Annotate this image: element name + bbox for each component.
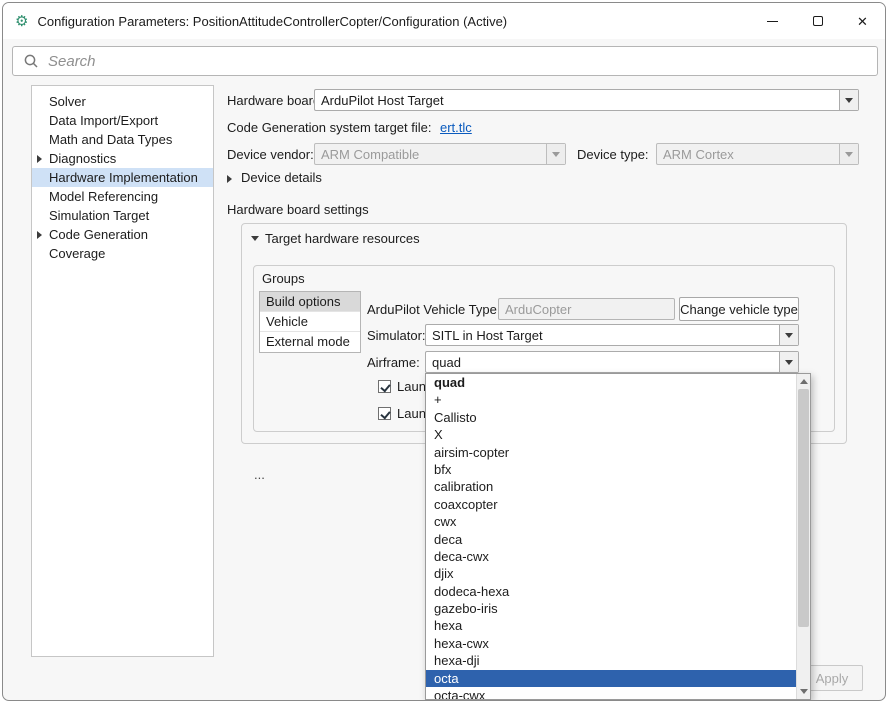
chevron-down-icon[interactable] xyxy=(779,325,798,345)
device-type-value: ARM Cortex xyxy=(657,147,839,162)
dropdown-option[interactable]: Callisto xyxy=(426,409,796,426)
airframe-dropdown-list: quad + Callisto X airsim-copter bfx cali… xyxy=(425,373,811,700)
change-vehicle-type-button[interactable]: Change vehicle type xyxy=(679,297,799,321)
hardware-board-select[interactable]: ArduPilot Host Target xyxy=(314,89,859,111)
device-details-expander[interactable]: Device details xyxy=(241,170,322,185)
scrollbar-thumb[interactable] xyxy=(798,389,809,627)
simulator-value: SITL in Host Target xyxy=(426,328,779,343)
simulator-select[interactable]: SITL in Host Target xyxy=(425,324,799,346)
search-input[interactable] xyxy=(48,53,448,70)
close-icon: ✕ xyxy=(857,15,868,28)
device-vendor-value: ARM Compatible xyxy=(315,147,546,162)
chevron-down-icon xyxy=(839,144,858,164)
tree-collapsed-icon[interactable] xyxy=(37,231,42,239)
sidebar-item-label: Diagnostics xyxy=(49,151,116,166)
dropdown-option[interactable]: gazebo-iris xyxy=(426,600,796,617)
dropdown-option-selected[interactable]: octa xyxy=(426,670,796,687)
minimize-button[interactable] xyxy=(750,3,795,39)
groups-item-vehicle[interactable]: Vehicle xyxy=(260,312,360,332)
hardware-board-value: ArduPilot Host Target xyxy=(315,93,839,108)
dropdown-option[interactable]: djix xyxy=(426,565,796,582)
sidebar-item-model-referencing[interactable]: Model Referencing xyxy=(32,187,213,206)
dropdown-option[interactable]: + xyxy=(426,391,796,408)
expander-expanded-icon[interactable] xyxy=(251,236,259,241)
sidebar-item-label: Code Generation xyxy=(49,227,148,242)
expander-collapsed-icon[interactable] xyxy=(227,175,232,183)
device-type-label: Device type: xyxy=(577,147,649,162)
chevron-down-icon[interactable] xyxy=(839,90,858,110)
sidebar-item-hardware-implementation[interactable]: Hardware Implementation xyxy=(32,168,213,187)
sidebar-item-coverage[interactable]: Coverage xyxy=(32,244,213,263)
system-target-file-label: Code Generation system target file: xyxy=(227,120,432,135)
groups-item-build-options[interactable]: Build options xyxy=(260,292,360,312)
dropdown-option[interactable]: cwx xyxy=(426,513,796,530)
scroll-up-icon[interactable] xyxy=(797,374,810,389)
window-controls: ✕ xyxy=(750,3,885,39)
search-bar xyxy=(12,46,878,76)
airframe-dropdown-items: quad + Callisto X airsim-copter bfx cali… xyxy=(426,374,796,699)
sidebar-item-data-import-export[interactable]: Data Import/Export xyxy=(32,111,213,130)
dropdown-option[interactable]: dodeca-hexa xyxy=(426,583,796,600)
dropdown-option[interactable]: deca xyxy=(426,531,796,548)
dropdown-option[interactable]: deca-cwx xyxy=(426,548,796,565)
airframe-label: Airframe: xyxy=(367,355,420,370)
close-button[interactable]: ✕ xyxy=(840,3,885,39)
dropdown-scrollbar[interactable] xyxy=(796,374,810,699)
window-title: Configuration Parameters: PositionAttitu… xyxy=(37,14,507,29)
hardware-board-label: Hardware board: xyxy=(227,93,324,108)
device-type-select: ARM Cortex xyxy=(656,143,859,165)
airframe-value: quad xyxy=(426,355,779,370)
vehicle-type-field: ArduCopter xyxy=(498,298,675,320)
dropdown-option[interactable]: X xyxy=(426,426,796,443)
groups-list: Build options Vehicle External mode xyxy=(259,291,361,353)
checkbox-checked-icon[interactable] xyxy=(378,380,391,393)
sidebar-item-simulation-target[interactable]: Simulation Target xyxy=(32,206,213,225)
chevron-down-icon[interactable] xyxy=(779,352,798,372)
dropdown-option[interactable]: coaxcopter xyxy=(426,496,796,513)
dropdown-option[interactable]: quad xyxy=(426,374,796,391)
groups-item-external-mode[interactable]: External mode xyxy=(260,332,360,352)
device-vendor-label: Device vendor: xyxy=(227,147,314,162)
target-hardware-resources-title[interactable]: Target hardware resources xyxy=(265,231,420,246)
search-icon xyxy=(23,53,39,69)
groups-label: Groups xyxy=(262,271,305,286)
dropdown-option[interactable]: hexa xyxy=(426,617,796,634)
category-tree: Solver Data Import/Export Math and Data … xyxy=(31,85,214,657)
airframe-select[interactable]: quad xyxy=(425,351,799,373)
maximize-icon xyxy=(813,16,823,26)
dropdown-option[interactable]: hexa-dji xyxy=(426,652,796,669)
dropdown-option[interactable]: hexa-cwx xyxy=(426,635,796,652)
scroll-down-icon[interactable] xyxy=(797,684,810,699)
dropdown-option[interactable]: octa-cwx xyxy=(426,687,796,699)
sidebar-item-code-generation[interactable]: Code Generation xyxy=(32,225,213,244)
sidebar-item-solver[interactable]: Solver xyxy=(32,92,213,111)
title-bar: ⚙ Configuration Parameters: PositionAtti… xyxy=(3,3,885,39)
tree-collapsed-icon[interactable] xyxy=(37,155,42,163)
vehicle-type-label: ArduPilot Vehicle Type: xyxy=(367,302,500,317)
sidebar-item-diagnostics[interactable]: Diagnostics xyxy=(32,149,213,168)
device-vendor-select: ARM Compatible xyxy=(314,143,566,165)
system-target-file-link[interactable]: ert.tlc xyxy=(440,120,472,135)
config-parameters-dialog: ⚙ Configuration Parameters: PositionAtti… xyxy=(2,2,886,701)
maximize-button[interactable] xyxy=(795,3,840,39)
simulator-label: Simulator: xyxy=(367,328,426,343)
gear-icon: ⚙ xyxy=(15,14,28,29)
dropdown-option[interactable]: bfx xyxy=(426,461,796,478)
dropdown-option[interactable]: calibration xyxy=(426,478,796,495)
chevron-down-icon xyxy=(546,144,565,164)
hardware-board-settings-heading: Hardware board settings xyxy=(227,202,369,217)
sidebar-item-math-and-data-types[interactable]: Math and Data Types xyxy=(32,130,213,149)
checkbox-checked-icon[interactable] xyxy=(378,407,391,420)
minimize-icon xyxy=(767,21,778,22)
dropdown-option[interactable]: airsim-copter xyxy=(426,444,796,461)
more-settings-ellipsis: ... xyxy=(254,467,265,482)
